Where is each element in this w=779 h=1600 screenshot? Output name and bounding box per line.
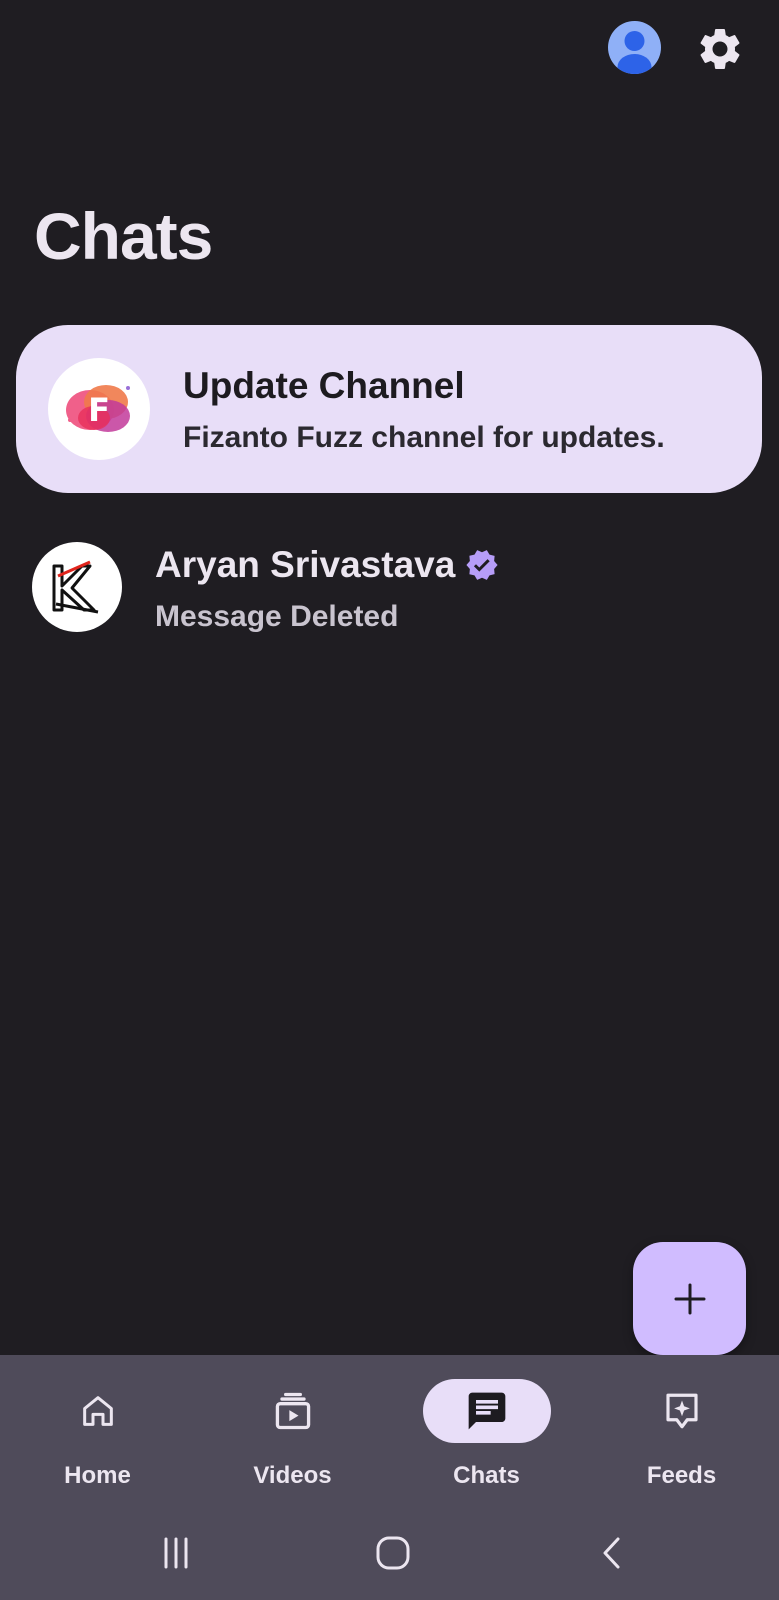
nav-label-chats: Chats [453,1462,520,1489]
system-navigation-bar [0,1510,779,1600]
svg-text:F: F [88,391,110,429]
update-channel-title: Update Channel [183,365,465,406]
feeds-sparkle-icon [665,1393,698,1429]
nav-label-home: Home [64,1462,131,1489]
chat-name: Aryan Srivastava [155,544,456,585]
nav-icon-container [34,1379,162,1443]
back-icon [603,1537,620,1569]
bottom-navigation: Home Videos Chats Feeds [0,1355,779,1510]
nav-item-home[interactable]: Home [0,1355,195,1510]
page-title: Chats [34,199,213,273]
nav-icon-container-active [422,1379,551,1443]
account-circle-icon [617,31,652,74]
nav-item-videos[interactable]: Videos [195,1355,390,1510]
new-chat-button[interactable] [633,1242,746,1355]
chat-list-item[interactable]: Aryan Srivastava Message Deleted [0,528,779,648]
channel-logo: F [48,358,150,460]
back-button[interactable] [582,1528,642,1578]
nav-item-feeds[interactable]: Feeds [584,1355,779,1510]
system-home-button[interactable] [363,1528,423,1578]
nav-label-feeds: Feeds [646,1462,717,1489]
fizanto-logo-icon: F [66,385,130,432]
avatar [32,542,122,632]
chat-icon [468,1392,505,1430]
chat-name-row: Aryan Srivastava [155,544,499,586]
home-icon [82,1396,113,1426]
recents-button[interactable] [146,1528,206,1578]
profile-button[interactable] [608,21,661,74]
settings-button[interactable] [695,24,745,74]
top-bar [0,0,779,100]
recents-icon [164,1537,188,1569]
nav-item-chats[interactable]: Chats [389,1355,584,1510]
update-channel-subtitle: Fizanto Fuzz channel for updates. [183,421,665,454]
verified-badge-icon [465,548,499,582]
k-logo-icon [52,560,99,614]
chat-last-message: Message Deleted [155,600,399,633]
plus-icon [674,1283,705,1314]
video-library-icon [275,1392,310,1430]
nav-label-videos: Videos [253,1462,332,1489]
nav-icon-container [229,1379,357,1443]
nav-icon-container [618,1379,746,1443]
home-circle-icon [376,1536,410,1570]
gear-icon [700,28,740,70]
update-channel-card[interactable]: F Update Channel Fizanto Fuzz channel fo… [16,325,762,493]
